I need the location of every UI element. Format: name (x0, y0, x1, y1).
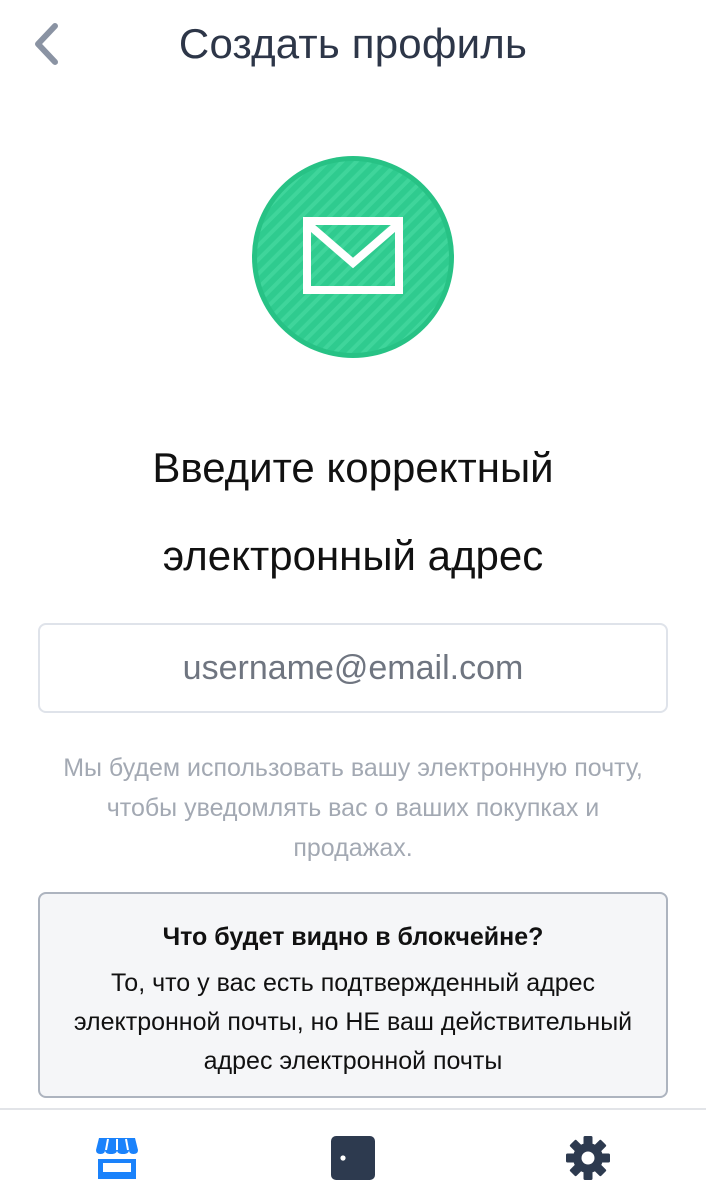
heading-line-1: Введите корректный (152, 444, 554, 491)
email-usage-note: Мы будем использовать вашу электронную п… (30, 748, 676, 868)
wallet-icon (331, 1136, 375, 1180)
tab-bar (0, 1108, 706, 1200)
note-line-2: чтобы уведомлять вас о ваших покупках и (106, 794, 600, 822)
tab-wallet[interactable] (325, 1130, 381, 1186)
heading-line-2: электронный адрес (162, 532, 544, 579)
email-badge (249, 153, 457, 361)
info-box-title: Что будет видно в блокчейне? (162, 923, 544, 951)
blockchain-info-box: Что будет видно в блокчейне? То, что у в… (38, 892, 668, 1098)
page-title: Создать профиль (178, 20, 528, 67)
tab-settings[interactable] (560, 1130, 616, 1186)
info-line-1: То, что у вас есть подтвержденный адрес (110, 969, 596, 997)
info-line-2: электронной почты, но НЕ ваш действитель… (73, 1008, 633, 1036)
tab-shop[interactable] (89, 1130, 145, 1186)
info-line-3: адрес электронной почты (203, 1047, 503, 1075)
note-line-1: Мы будем использовать вашу электронную п… (63, 754, 643, 782)
info-box-text: То, что у вас есть подтвержденный адрес … (60, 964, 646, 1081)
header: Создать профиль (0, 0, 706, 96)
instruction-heading: Введите корректный электронный адрес (40, 424, 666, 600)
gear-icon (566, 1136, 610, 1180)
storefront-icon (96, 1138, 138, 1179)
email-input[interactable] (38, 623, 668, 713)
note-line-3: продажах. (293, 834, 413, 862)
